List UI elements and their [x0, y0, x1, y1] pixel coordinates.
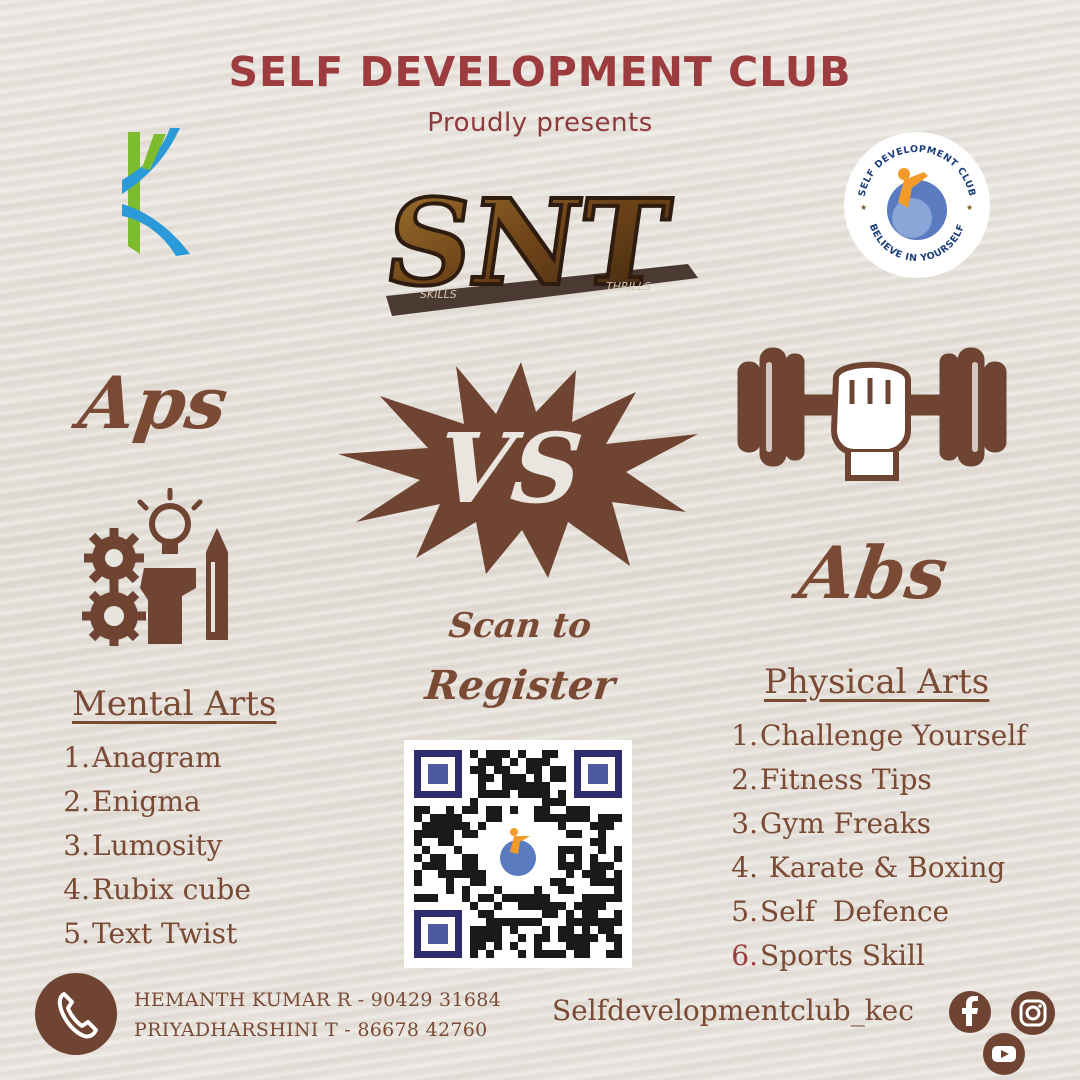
mental-arts-item-number: 2.	[63, 785, 90, 818]
abs-label: Abs	[794, 530, 953, 615]
contact-2: PRIYADHARSHINI T - 86678 42760	[134, 1019, 488, 1041]
physical-arts-item: 3.Gym Freaks	[728, 802, 1027, 846]
physical-arts-item-number: 5.	[731, 895, 758, 928]
physical-arts-item-number: 2.	[731, 763, 758, 796]
mental-arts-item-number: 4.	[63, 873, 90, 906]
snt-logo: SNT SKILLS THRILLS	[375, 172, 698, 316]
dumbbell-fist-icon	[737, 347, 1007, 481]
physical-arts-item: 4. Karate & Boxing	[728, 846, 1027, 890]
page-title: SELF DEVELOPMENT CLUB	[228, 48, 852, 96]
social-handle[interactable]: Selfdevelopmentclub_kec	[552, 994, 914, 1027]
versus-burst: VS	[338, 362, 698, 578]
mental-arts-heading: Mental Arts	[72, 684, 277, 724]
physical-arts-item-number: 3.	[731, 807, 758, 840]
mental-arts-item-number: 3.	[63, 829, 90, 862]
mental-arts-item: 4.Rubix cube	[60, 868, 251, 912]
facebook-icon[interactable]	[948, 990, 992, 1034]
youtube-icon[interactable]	[982, 1032, 1026, 1076]
college-logo	[122, 128, 190, 256]
mental-arts-item: 2.Enigma	[60, 780, 251, 824]
instagram-icon[interactable]	[1010, 990, 1056, 1036]
mental-arts-item-label: Text Twist	[92, 917, 238, 950]
mind-gears-icon	[82, 488, 228, 646]
registration-qr-code[interactable]	[404, 740, 632, 968]
physical-arts-item-label: Fitness Tips	[760, 763, 932, 796]
mental-arts-list: 1.Anagram 2.Enigma 3.Lumosity 4.Rubix cube 5…	[60, 736, 251, 956]
aps-label: Aps	[74, 360, 233, 445]
physical-arts-item: 6.Sports Skill	[728, 934, 1027, 978]
physical-arts-item: 2.Fitness Tips	[728, 758, 1027, 802]
mental-arts-item: 3.Lumosity	[60, 824, 251, 868]
physical-arts-item: 5.Self Defence	[728, 890, 1027, 934]
mental-arts-item-number: 5.	[63, 917, 90, 950]
physical-arts-item-label: Gym Freaks	[760, 807, 932, 840]
register-label: Register	[422, 662, 618, 709]
mental-arts-item-label: Anagram	[92, 741, 222, 774]
physical-arts-item: 1.Challenge Yourself	[728, 714, 1027, 758]
physical-arts-heading: Physical Arts	[764, 662, 990, 702]
svg-text:★: ★	[860, 203, 867, 212]
physical-arts-item-label: Challenge Yourself	[760, 719, 1027, 752]
snt-thrills-caption: THRILLS	[606, 280, 651, 293]
physical-arts-item-number: 1.	[731, 719, 758, 752]
snt-skills-caption: SKILLS	[420, 288, 457, 301]
mental-arts-item-label: Enigma	[92, 785, 201, 818]
svg-text:★: ★	[966, 203, 973, 212]
qr-pattern	[414, 750, 622, 958]
vs-text: VS	[432, 412, 588, 525]
physical-arts-item-label: Karate & Boxing	[760, 851, 1006, 884]
contact-1: HEMANTH KUMAR R - 90429 31684	[134, 989, 501, 1011]
physical-arts-item-label: Self Defence	[760, 895, 950, 928]
physical-arts-list: 1.Challenge Yourself 2.Fitness Tips 3.Gym …	[728, 714, 1027, 978]
physical-arts-item-number: 6.	[731, 939, 758, 972]
contact-list: HEMANTH KUMAR R - 90429 31684 PRIYADHARS…	[134, 985, 501, 1045]
mental-arts-item-label: Rubix cube	[92, 873, 251, 906]
club-badge: SELF DEVELOPMENT CLUB BELIEVE IN YOURSEL…	[844, 132, 990, 278]
phone-icon	[35, 973, 117, 1055]
physical-arts-item-label: Sports Skill	[760, 939, 925, 972]
mental-arts-item: 1.Anagram	[60, 736, 251, 780]
physical-arts-item-number: 4.	[731, 851, 758, 884]
scan-label: Scan to	[446, 606, 594, 646]
mental-arts-item: 5.Text Twist	[60, 912, 251, 956]
mental-arts-item-number: 1.	[63, 741, 90, 774]
mental-arts-item-label: Lumosity	[92, 829, 223, 862]
